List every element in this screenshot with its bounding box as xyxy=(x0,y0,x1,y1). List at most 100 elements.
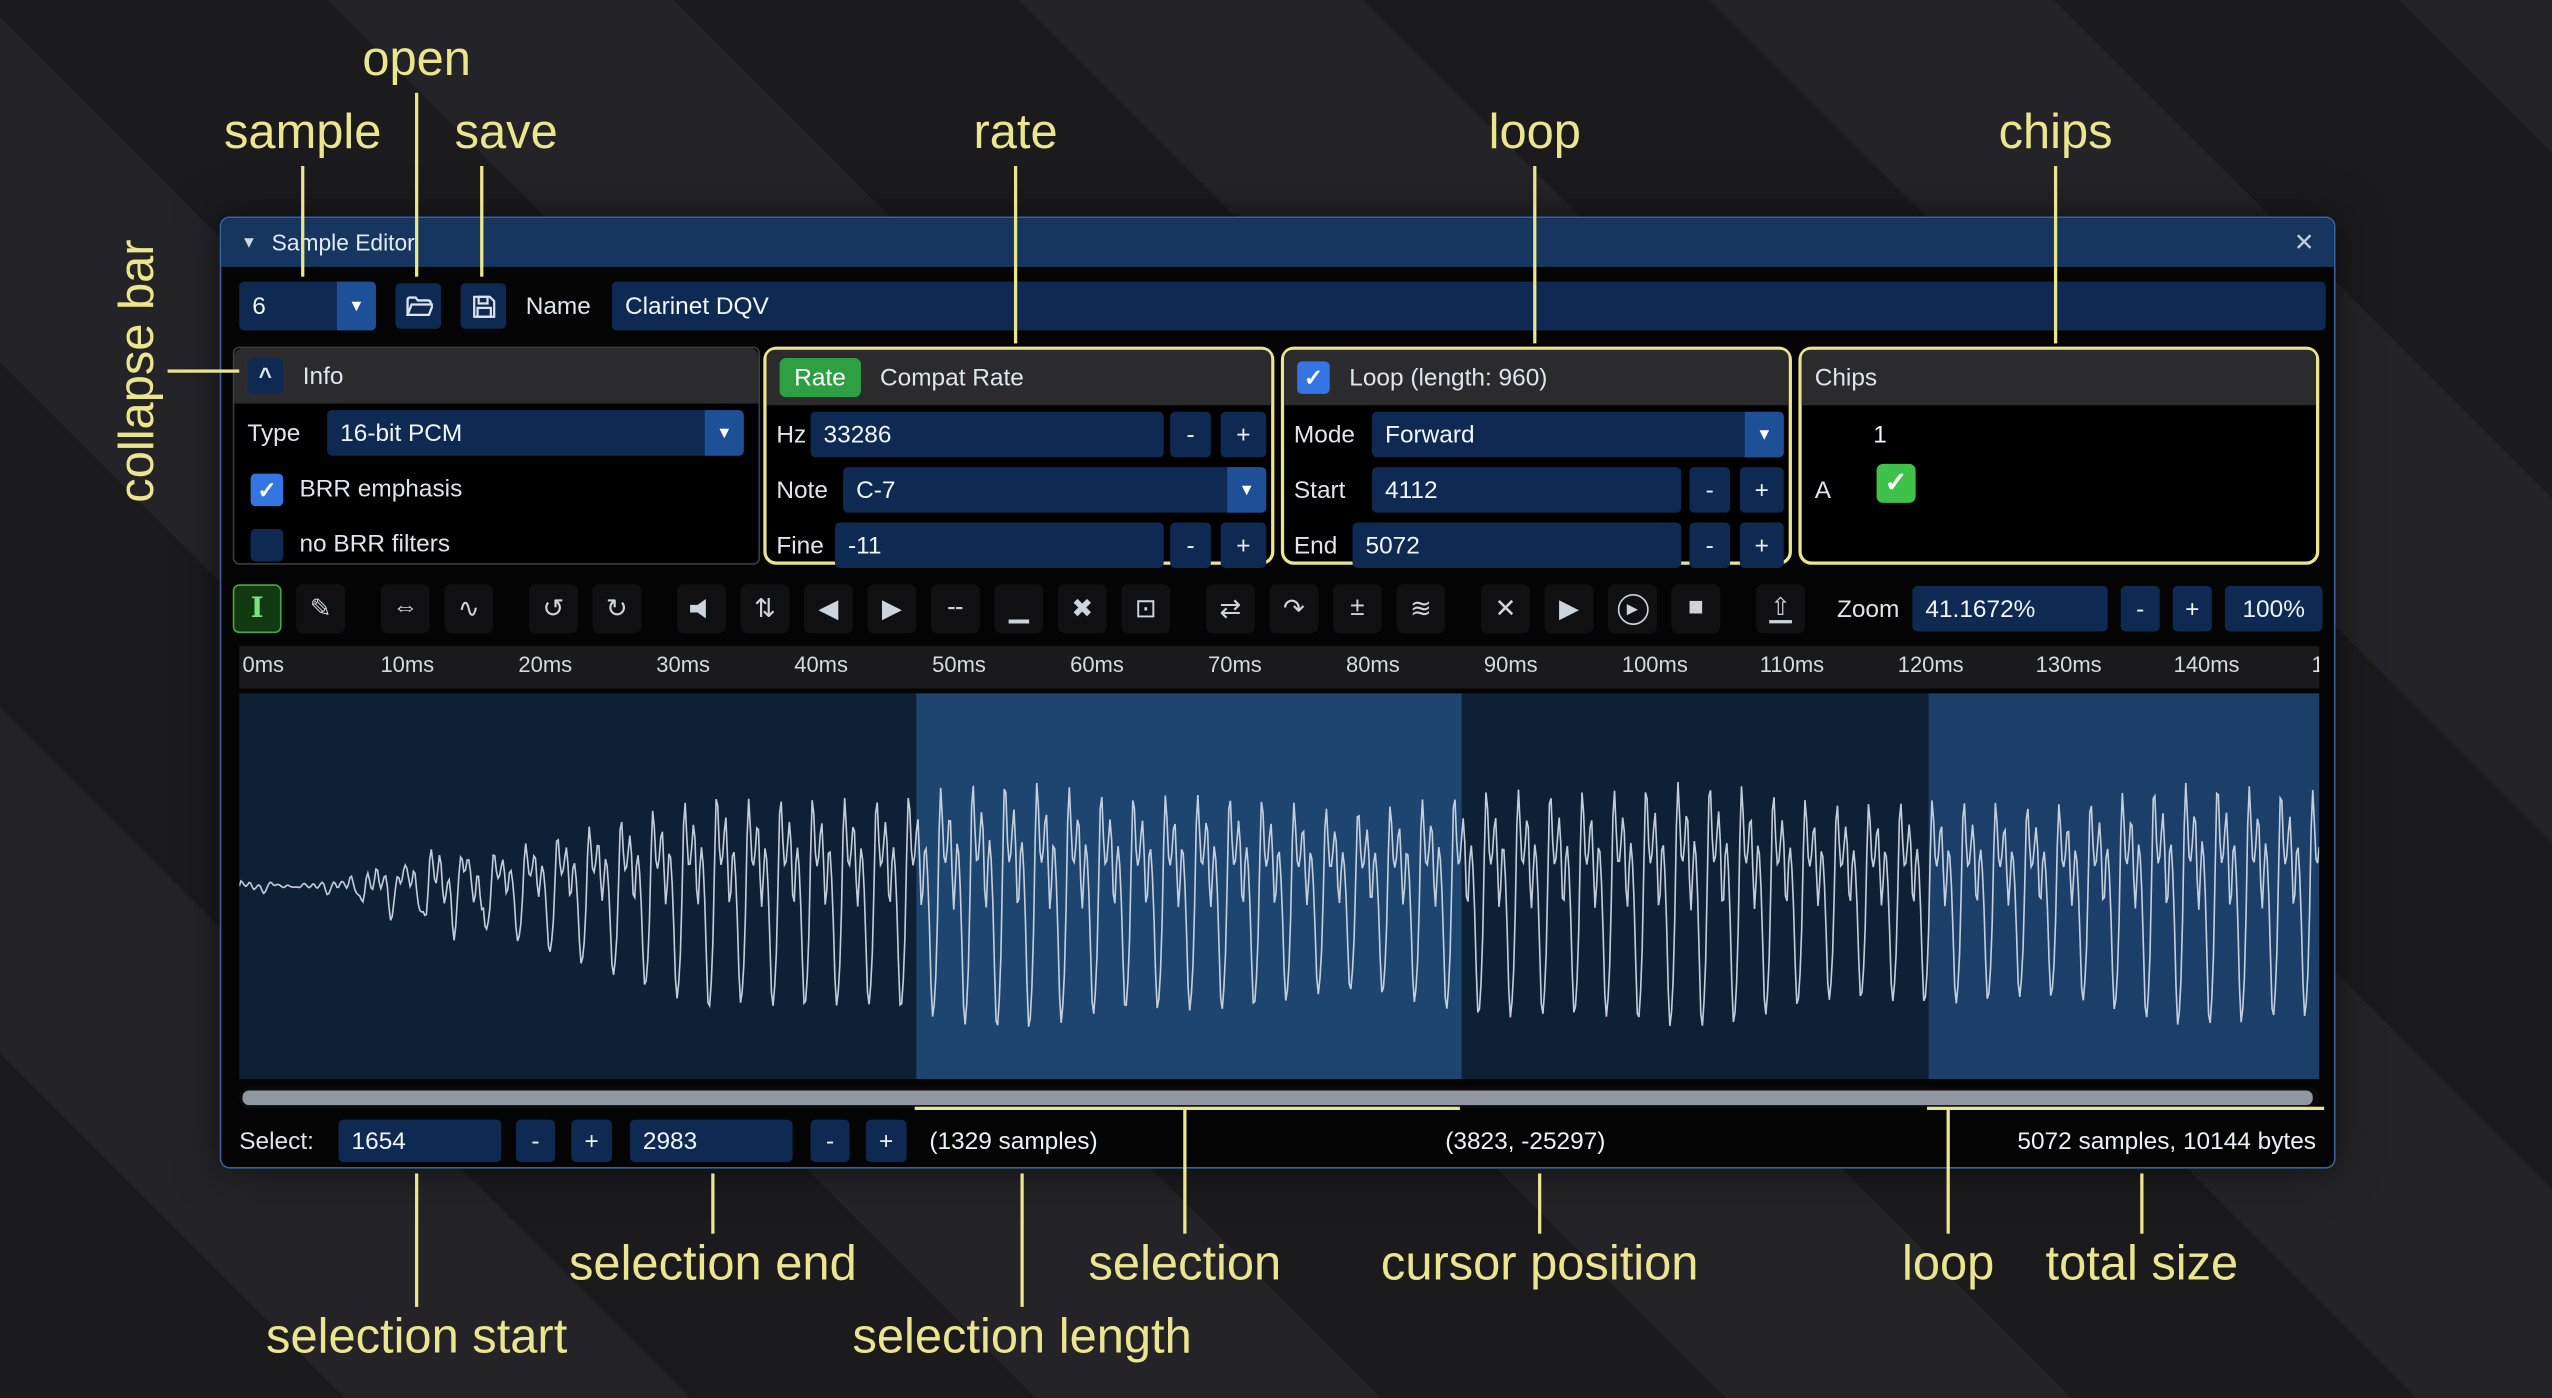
selection-end-input[interactable]: 2983 xyxy=(630,1120,793,1162)
annotation-selection-end-line xyxy=(711,1173,714,1233)
undo-button[interactable]: ↺ xyxy=(529,584,578,633)
zoom-plus-button[interactable]: + xyxy=(2173,586,2212,632)
waveform-view[interactable] xyxy=(239,693,2319,1079)
note-dropdown[interactable]: C-7 ▼ xyxy=(843,467,1266,513)
delete-button[interactable]: ✖ xyxy=(1058,584,1107,633)
loop-end-plus-button[interactable]: + xyxy=(1740,522,1784,568)
loop-end-input[interactable]: 5072 xyxy=(1352,522,1681,568)
trim-button[interactable]: ⊡ xyxy=(1121,584,1170,633)
annotation-rate-line xyxy=(1014,166,1017,343)
reverse-icon: ⇄ xyxy=(1220,592,1242,625)
save-icon xyxy=(471,294,495,318)
total-size-text: 5072 samples, 10144 bytes xyxy=(2017,1117,2316,1166)
reverse-button[interactable]: ⇄ xyxy=(1206,584,1255,633)
ruler-label: 0ms xyxy=(243,653,285,677)
make-instrument-button[interactable]: ⇧ xyxy=(1756,584,1805,633)
zoom-input[interactable]: 41.1672% xyxy=(1912,586,2107,632)
type-dropdown[interactable]: 16-bit PCM ▼ xyxy=(327,410,744,456)
selection-start-input[interactable]: 1654 xyxy=(339,1120,502,1162)
name-input[interactable]: Clarinet DQV xyxy=(612,282,2326,331)
stop-preview-button[interactable]: ■ xyxy=(1671,584,1720,633)
no-brr-filters-checkbox[interactable]: ✓ xyxy=(251,529,284,562)
amplify-button[interactable] xyxy=(677,584,726,633)
fine-input[interactable]: -11 xyxy=(835,522,1164,568)
fade-in-button[interactable]: ◀ xyxy=(804,584,853,633)
zoom-reset-button[interactable]: 100% xyxy=(2225,586,2323,632)
sign-convert-button[interactable]: ± xyxy=(1333,584,1382,633)
ruler-label: 100ms xyxy=(1622,653,1688,677)
preview-note-icon: ▶ xyxy=(1617,593,1648,624)
loop-start-input[interactable]: 4112 xyxy=(1372,467,1681,513)
draw-button[interactable]: ✎ xyxy=(296,584,345,633)
chip-enable-checkbox[interactable]: ✓ xyxy=(1877,464,1916,503)
brr-emphasis-checkbox[interactable]: ✓ xyxy=(251,474,284,507)
annotation-collapse-bar-line xyxy=(168,369,240,372)
crossfade-button[interactable]: ✕ xyxy=(1481,584,1530,633)
selection-end-plus-button[interactable]: + xyxy=(866,1120,907,1162)
rate-header: Rate Compat Rate xyxy=(767,350,1272,405)
normalize-icon: ⇅ xyxy=(754,592,776,625)
time-ruler[interactable]: 0ms10ms20ms30ms40ms50ms60ms70ms80ms90ms1… xyxy=(239,646,2319,688)
window-collapse-icon[interactable]: ▼ xyxy=(241,234,257,252)
waveform-scrollbar[interactable] xyxy=(239,1087,2319,1108)
info-panel: ^ Info Type 16-bit PCM ▼ ✓ BRR emphasis … xyxy=(233,347,760,565)
apply-silence-button[interactable]: ▁ xyxy=(994,584,1043,633)
insert-silence-button[interactable]: ╌ xyxy=(931,584,980,633)
draw-icon: ✎ xyxy=(310,592,332,625)
close-icon[interactable]: ✕ xyxy=(2294,228,2314,257)
annotation-rate-label: rate xyxy=(974,106,1058,161)
loop-end-minus-button[interactable]: - xyxy=(1689,522,1730,568)
fine-plus-button[interactable]: + xyxy=(1221,522,1267,568)
chips-header-label: Chips xyxy=(1815,364,1877,392)
invert-button[interactable]: ↷ xyxy=(1269,584,1318,633)
annotation-open-label: open xyxy=(362,33,471,88)
zoom-minus-button[interactable]: - xyxy=(2121,586,2160,632)
annotation-open-line xyxy=(415,93,418,277)
resample-button[interactable]: ∿ xyxy=(444,584,493,633)
normalize-button[interactable]: ⇅ xyxy=(741,584,790,633)
no-brr-filters-label: no BRR filters xyxy=(299,521,450,567)
fade-out-button[interactable]: ▶ xyxy=(867,584,916,633)
fine-minus-button[interactable]: - xyxy=(1170,522,1211,568)
ruler-label: 20ms xyxy=(518,653,572,677)
window-title: Sample Editor xyxy=(272,229,415,255)
preview-button[interactable]: ▶ xyxy=(1545,584,1594,633)
selection-start-plus-button[interactable]: + xyxy=(571,1120,612,1162)
fade-out-icon: ▶ xyxy=(882,592,902,625)
filter-button[interactable]: ≋ xyxy=(1396,584,1445,633)
hz-minus-button[interactable]: - xyxy=(1170,412,1211,458)
resize-button[interactable]: ⇔ xyxy=(381,584,430,633)
save-sample-button[interactable] xyxy=(461,283,507,329)
loop-mode-dropdown[interactable]: Forward ▼ xyxy=(1372,412,1784,458)
zoom-label: Zoom xyxy=(1837,595,1899,623)
ruler-label: 140ms xyxy=(2174,653,2240,677)
amplify-icon xyxy=(689,598,713,619)
annotation-chips-label: chips xyxy=(1999,106,2113,161)
annotation-collapse-bar-label: collapse bar xyxy=(111,239,166,502)
scrollbar-thumb[interactable] xyxy=(243,1090,2313,1105)
open-sample-button[interactable] xyxy=(395,283,441,329)
annotation-sample-label: sample xyxy=(224,106,381,161)
titlebar[interactable]: ▼ Sample Editor ✕ xyxy=(221,218,2334,267)
preview-note-button[interactable]: ▶ xyxy=(1608,584,1657,633)
filter-icon: ≋ xyxy=(1410,592,1432,625)
annotation-loop-bottom-label: loop xyxy=(1902,1237,1994,1292)
loop-checkbox[interactable]: ✓ xyxy=(1297,361,1330,394)
info-header: ^ Info xyxy=(234,348,758,403)
ruler-label: 90ms xyxy=(1484,653,1538,677)
loop-start-minus-button[interactable]: - xyxy=(1689,467,1730,513)
hz-input[interactable]: 33286 xyxy=(811,412,1164,458)
sample-selector[interactable]: 6 ▼ xyxy=(239,282,376,331)
hz-plus-button[interactable]: + xyxy=(1221,412,1267,458)
selection-start-minus-button[interactable]: - xyxy=(516,1120,555,1162)
hz-value: 33286 xyxy=(824,421,892,449)
loop-start-plus-button[interactable]: + xyxy=(1740,467,1784,513)
loop-start-value: 4112 xyxy=(1385,476,1438,504)
edit-mode-button[interactable]: I xyxy=(233,584,282,633)
collapse-bar-button[interactable]: ^ xyxy=(247,358,283,394)
redo-button[interactable]: ↻ xyxy=(592,584,641,633)
chevron-down-icon: ▼ xyxy=(337,282,376,331)
selection-end-minus-button[interactable]: - xyxy=(811,1120,850,1162)
annotation-total-size-label: total size xyxy=(2046,1237,2239,1292)
ruler-label: 50ms xyxy=(932,653,986,677)
